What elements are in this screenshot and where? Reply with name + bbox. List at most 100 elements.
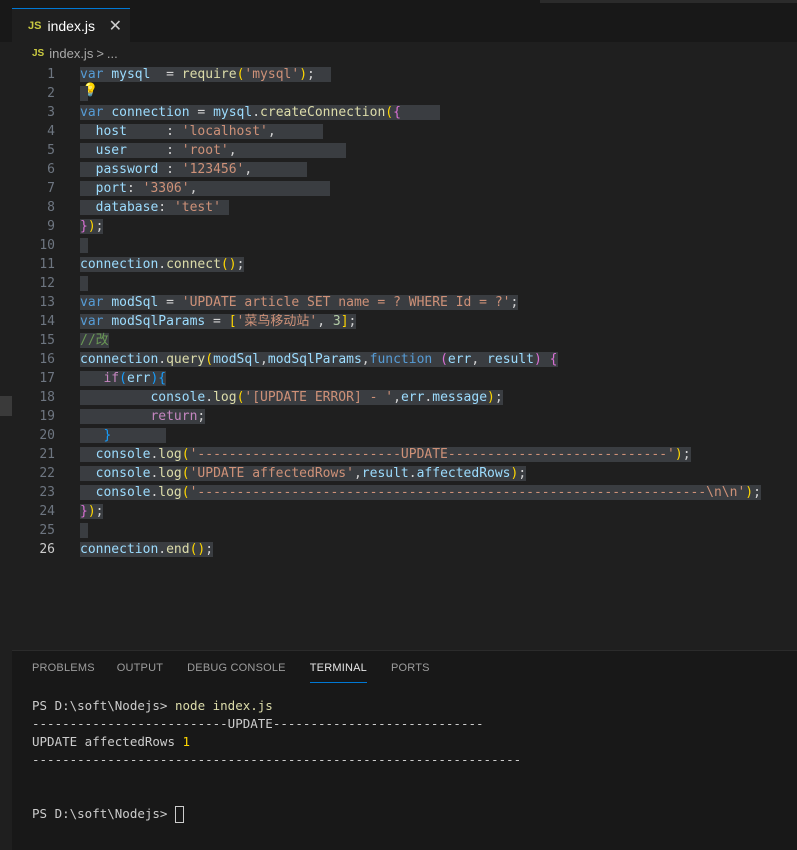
code-token: affectedRows — [416, 466, 511, 481]
code-line[interactable]: 22 console. log('UPDATE affectedRows',res… — [12, 464, 797, 483]
code-token: , — [393, 390, 401, 405]
line-number: 8 — [47, 200, 55, 215]
selection-highlight — [80, 86, 88, 101]
code-line[interactable]: 21 console.log('------------------------… — [12, 445, 797, 464]
code-token: 'UPDATE affectedRows' — [189, 466, 354, 481]
line-number: 15 — [39, 333, 55, 348]
code-token: . — [158, 542, 167, 557]
code-token: console — [95, 466, 151, 481]
code-line[interactable]: 25 — [12, 521, 797, 540]
code-line[interactable]: 4 host : 'localhost', — [12, 122, 797, 141]
code-line[interactable]: 10 — [12, 236, 797, 255]
code-token: { — [549, 352, 558, 367]
line-number: 14 — [39, 314, 55, 329]
terminal-line[interactable]: PS D:\soft\Nodejs> — [32, 805, 521, 823]
code-line[interactable]: 6 password : '123456', — [12, 160, 797, 179]
code-token: message — [432, 390, 488, 405]
tab-index-js[interactable]: JS index.js ✕ — [12, 8, 130, 42]
code-line[interactable]: 11 connection.connect(); — [12, 255, 797, 274]
code-token: : — [126, 124, 182, 139]
breadcrumb-symbols[interactable]: ... — [107, 46, 118, 61]
tab-terminal[interactable]: TERMINAL — [309, 656, 367, 683]
code-token: err — [126, 371, 151, 386]
code-token: password — [95, 162, 159, 177]
code-line[interactable]: 18 console.log('[UPDATE ERROR] - ',err.m… — [12, 388, 797, 407]
code-token: log — [158, 466, 182, 481]
code-token: ( — [440, 352, 448, 367]
tab-label: index.js — [47, 17, 95, 34]
code-text: return; — [80, 407, 206, 426]
code-token: log — [158, 447, 182, 462]
tab-ports[interactable]: PORTS — [391, 656, 430, 682]
code-line[interactable]: 8 database: 'test' — [12, 198, 797, 217]
tab-problems[interactable]: PROBLEMS — [32, 656, 95, 682]
line-number: 18 — [39, 390, 55, 405]
code-token: , — [189, 181, 331, 196]
code-token: { — [393, 105, 401, 120]
code-token: ; — [95, 504, 104, 519]
code-line[interactable]: 20 } — [12, 426, 797, 445]
line-number: 17 — [39, 371, 55, 386]
code-token: ) — [534, 352, 542, 367]
code-line[interactable]: 14 var modSqlParams = ['菜鸟移动站', 3]; — [12, 312, 797, 331]
tab-output[interactable]: OUTPUT — [117, 656, 163, 682]
code-token: : — [158, 162, 182, 177]
code-line[interactable]: 23 console.log('------------------------… — [12, 483, 797, 502]
code-token: , — [244, 162, 308, 177]
selection-highlight: console.log('--------------------------U… — [80, 447, 691, 462]
line-number: 11 — [39, 257, 55, 272]
code-token: var — [80, 314, 104, 329]
code-token: '123456' — [181, 162, 245, 177]
selection-highlight: var mysql = require('mysql'); — [80, 67, 331, 82]
sash-handle[interactable] — [0, 396, 12, 416]
code-line[interactable]: 15 //改 — [12, 331, 797, 350]
code-line[interactable]: 2 — [12, 84, 797, 103]
code-token: log — [213, 390, 237, 405]
code-token: var — [80, 295, 104, 310]
code-line[interactable]: 12 — [12, 274, 797, 293]
code-token: . — [408, 466, 417, 481]
code-line[interactable]: 24}); — [12, 502, 797, 521]
javascript-file-icon: JS — [28, 19, 42, 32]
code-line[interactable]: 9}); — [12, 217, 797, 236]
bottom-panel: PROBLEMS OUTPUT DEBUG CONSOLE TERMINAL PORTS… — [12, 650, 797, 850]
code-line[interactable]: 17 if(err){ — [12, 369, 797, 388]
code-line[interactable]: 19 return; — [12, 407, 797, 426]
line-number: 26 — [39, 542, 55, 557]
terminal-output[interactable]: PS D:\soft\Nodejs> node index.js -------… — [32, 697, 521, 823]
code-token: . — [158, 257, 167, 272]
code-token: () — [220, 257, 237, 272]
panel-tabs: PROBLEMS OUTPUT DEBUG CONSOLE TERMINAL PORTS — [12, 651, 430, 687]
selection-highlight: var modSqlParams = ['菜鸟移动站', 3]; — [80, 314, 357, 329]
selection-highlight: console.log('[UPDATE ERROR] - ',err.mess… — [80, 390, 503, 405]
code-line[interactable]: 13 var modSql = 'UPDATE article SET name … — [12, 293, 797, 312]
code-text: console.log('--------------------------U… — [80, 445, 691, 464]
terminal-prompt: PS D:\soft\Nodejs> — [32, 698, 175, 713]
breadcrumb-file[interactable]: index.js — [49, 46, 93, 61]
code-token: . — [252, 105, 261, 120]
selection-highlight: //改 — [80, 333, 109, 348]
code-line[interactable]: 5 user : 'root', — [12, 141, 797, 160]
code-token: console — [95, 447, 151, 462]
tab-debug-console[interactable]: DEBUG CONSOLE — [187, 656, 286, 682]
code-line[interactable]: 16 connection.query(modSql,modSqlParams,f… — [12, 350, 797, 369]
code-line[interactable]: 1 var mysql = require('mysql'); — [12, 65, 797, 84]
line-number: 9 — [47, 219, 55, 234]
code-text: port: '3306', — [80, 179, 331, 198]
code-token: : — [126, 143, 182, 158]
code-line[interactable]: 3 var connection = mysql.createConnection… — [12, 103, 797, 122]
code-line[interactable]: 7 port: '3306', — [12, 179, 797, 198]
code-token: , — [317, 314, 333, 329]
code-line[interactable]: 26 connection.end(); — [12, 540, 797, 559]
code-token: ) — [299, 67, 308, 82]
selection-highlight: if(err){ — [80, 371, 167, 386]
line-number: 5 — [47, 143, 55, 158]
line-number: 22 — [39, 466, 55, 481]
selection-highlight — [80, 523, 88, 538]
code-token: err — [447, 352, 472, 367]
code-token: , — [353, 466, 362, 481]
close-icon[interactable]: ✕ — [109, 16, 122, 36]
code-editor[interactable]: 💡 1 var mysql = require('mysql'); 2 3 var … — [12, 64, 797, 650]
